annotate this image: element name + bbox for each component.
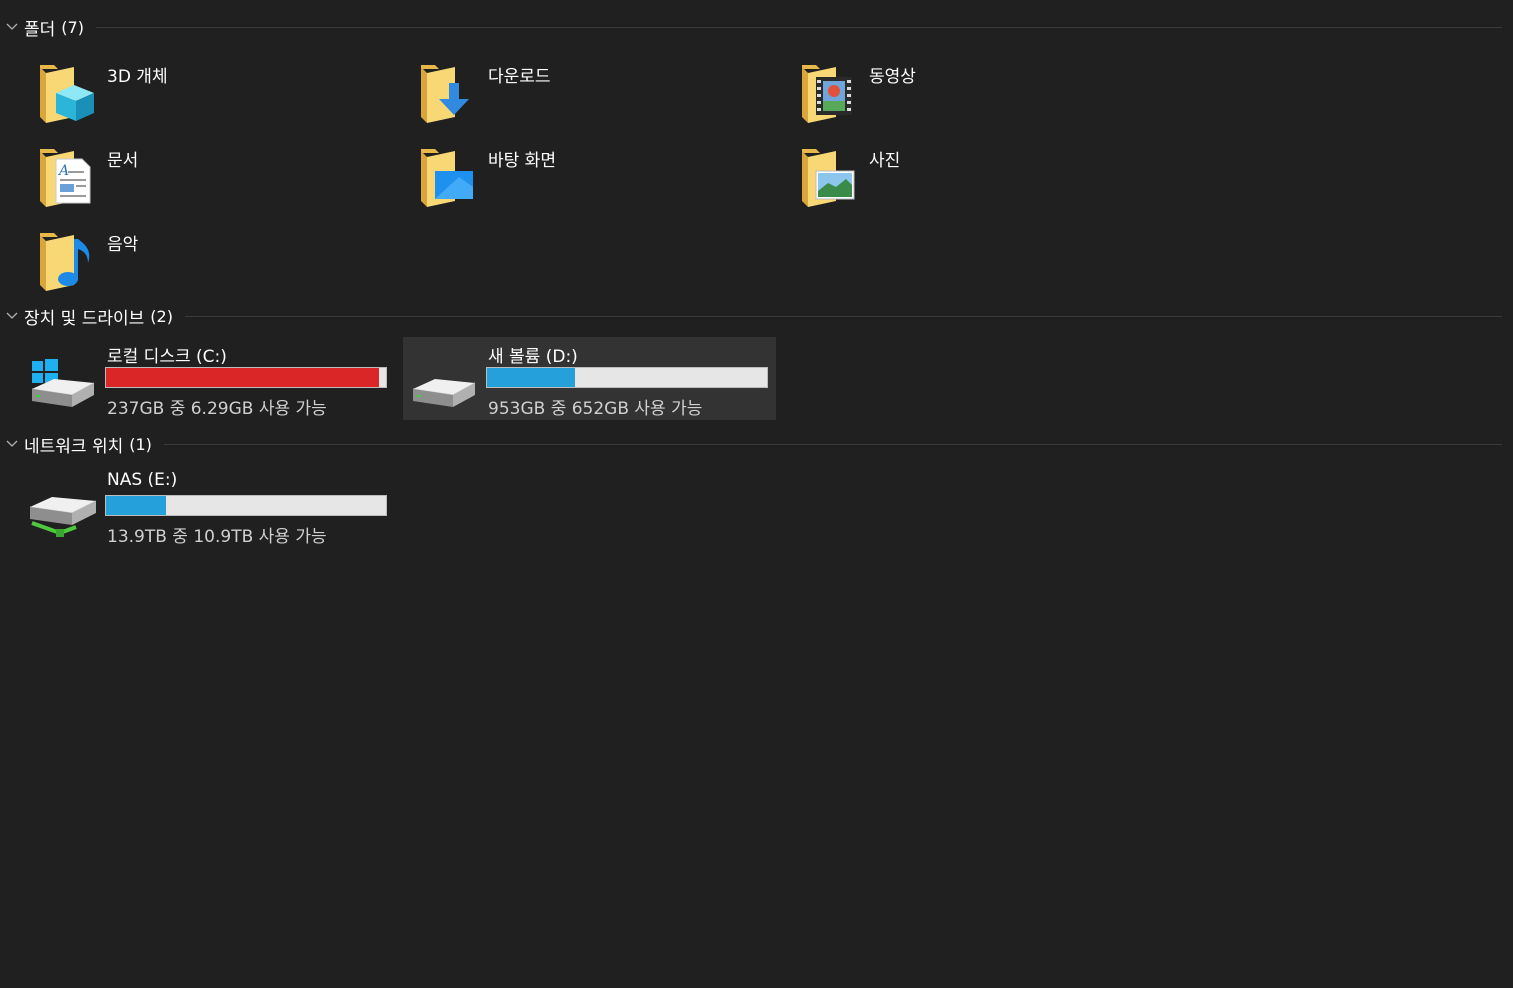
drive-icon: [409, 359, 481, 417]
documents-folder-icon: A: [34, 141, 96, 211]
folder-downloads[interactable]: 다운로드: [381, 55, 754, 135]
folder-label: 문서: [107, 151, 139, 171]
section-title: 네트워크 위치: [24, 436, 124, 457]
chevron-down-icon[interactable]: [0, 16, 24, 38]
drive-free-space: 237GB 중 6.29GB 사용 가능: [107, 399, 327, 419]
drive-free-space: 13.9TB 중 10.9TB 사용 가능: [107, 527, 327, 547]
section-title: 장치 및 드라이브: [24, 308, 145, 329]
music-folder-icon: [34, 225, 96, 295]
drive-free-space: 953GB 중 652GB 사용 가능: [488, 399, 703, 419]
drive-name: 새 볼륨 (D:): [488, 347, 578, 367]
3d-objects-folder-icon: [34, 57, 96, 127]
network-drive-icon: [26, 487, 98, 545]
section-header-network[interactable]: 네트워크 위치 (1): [0, 433, 1502, 457]
folder-pictures[interactable]: 사진: [762, 139, 1135, 219]
explorer-content: 폴더 (7) 3D 개체 다운로드 동영상 A 문서 바탕 화면 사진 음악 장…: [0, 0, 1513, 988]
folder-label: 음악: [107, 235, 139, 255]
section-count: (2): [150, 306, 173, 326]
folder-label: 사진: [869, 151, 901, 171]
section-title: 폴더: [24, 19, 56, 40]
section-count: (1): [129, 434, 152, 454]
drive-usage-fill: [106, 368, 379, 387]
folder-videos[interactable]: 동영상: [762, 55, 1135, 135]
drive-usage-fill: [487, 368, 576, 387]
drive-usage-fill: [106, 496, 167, 515]
folder-desktop[interactable]: 바탕 화면: [381, 139, 754, 219]
network-drive-e[interactable]: NAS (E:) 13.9TB 중 10.9TB 사용 가능: [22, 465, 395, 548]
section-divider: [163, 443, 1502, 445]
folder-label: 3D 개체: [107, 67, 168, 87]
folder-label: 다운로드: [488, 67, 551, 87]
drive-usage-bar: [105, 367, 387, 388]
folder-label: 바탕 화면: [488, 151, 556, 171]
pictures-folder-icon: [796, 141, 858, 211]
section-divider: [95, 26, 1502, 28]
drive-d[interactable]: 새 볼륨 (D:) 953GB 중 652GB 사용 가능: [403, 337, 776, 420]
folder-3d-objects[interactable]: 3D 개체: [0, 55, 373, 135]
desktop-folder-icon: [415, 141, 477, 211]
drive-name: NAS (E:): [107, 470, 178, 490]
chevron-down-icon[interactable]: [0, 433, 24, 455]
downloads-folder-icon: [415, 57, 477, 127]
drive-usage-bar: [486, 367, 768, 388]
drive-usage-bar: [105, 495, 387, 516]
folder-label: 동영상: [869, 67, 916, 87]
section-header-devices[interactable]: 장치 및 드라이브 (2): [0, 305, 1502, 329]
section-count: (7): [61, 17, 84, 37]
drive-name: 로컬 디스크 (C:): [107, 347, 227, 367]
svg-text:A: A: [57, 163, 69, 179]
chevron-down-icon[interactable]: [0, 305, 24, 327]
videos-folder-icon: [796, 57, 858, 127]
folder-music[interactable]: 음악: [0, 223, 373, 303]
drive-c[interactable]: 로컬 디스크 (C:) 237GB 중 6.29GB 사용 가능: [22, 337, 395, 420]
section-header-folders[interactable]: 폴더 (7): [0, 16, 1502, 40]
section-divider: [184, 315, 1502, 317]
windows-drive-icon: [28, 359, 100, 417]
folder-documents[interactable]: A 문서: [0, 139, 373, 219]
